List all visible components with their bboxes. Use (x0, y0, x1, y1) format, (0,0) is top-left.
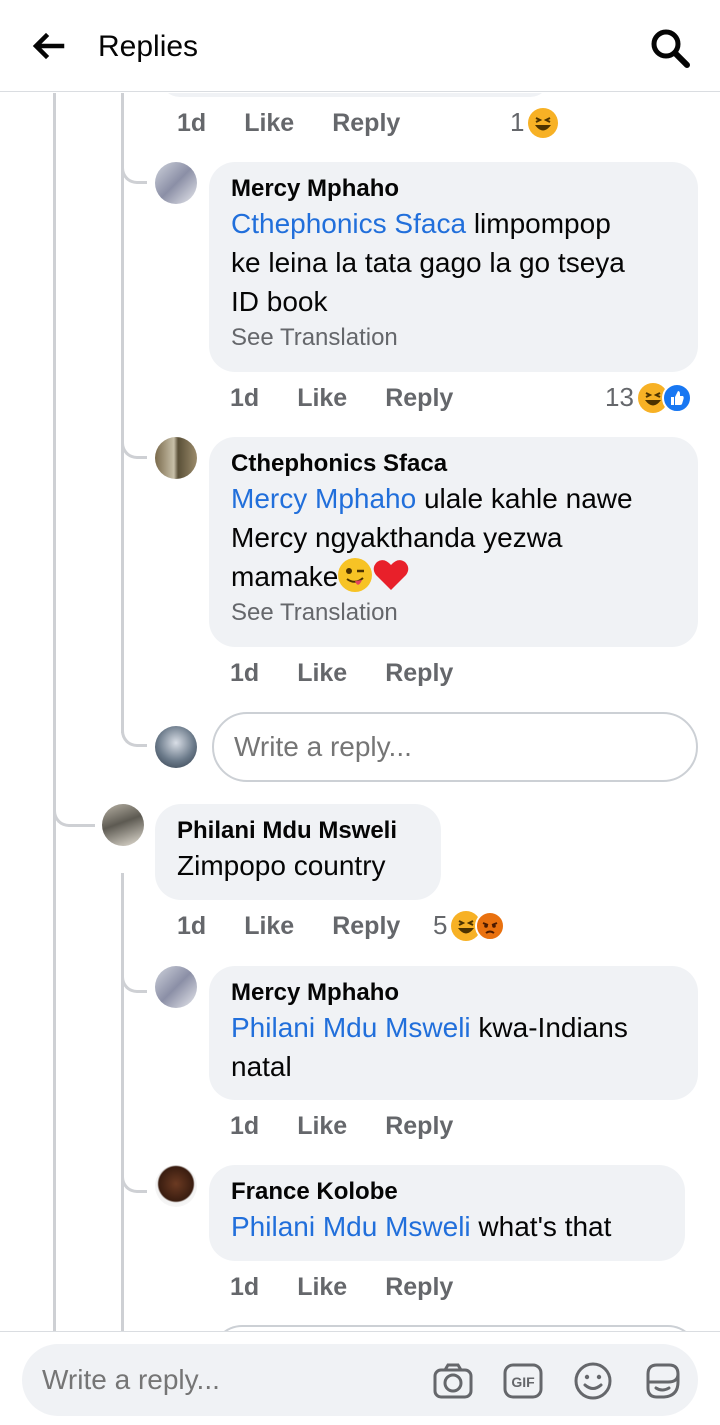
nested-reply-input[interactable] (212, 712, 698, 782)
reply-composer: GIF (0, 1331, 720, 1425)
timestamp: 1d (177, 911, 207, 940)
like-button[interactable]: Like (297, 1112, 347, 1141)
heart-emoji-icon (372, 558, 410, 592)
like-button[interactable]: Like (244, 912, 294, 941)
comment-text: Philani Mdu Msweli what's that (231, 1211, 612, 1242)
reactions-summary[interactable]: 5 (433, 910, 506, 941)
like-button[interactable]: Like (297, 659, 347, 688)
timestamp: 1d (230, 1111, 260, 1140)
comment-text: Cthephonics Sfaca limpompop ke leina la t… (231, 208, 625, 317)
mention-link[interactable]: Cthephonics Sfaca (231, 208, 466, 239)
thread-connector (121, 703, 147, 747)
comment-bubble: Mercy Mphaho Cthephonics Sfaca limpompop… (209, 162, 698, 372)
comment-text: Zimpopo country (177, 850, 386, 881)
thread-connector (53, 793, 95, 827)
timestamp: 1d (177, 108, 207, 137)
avatar[interactable] (102, 804, 144, 846)
reaction-count: 5 (433, 910, 448, 940)
reply-button[interactable]: Reply (385, 659, 453, 688)
camera-button[interactable] (432, 1360, 474, 1402)
emoji-button[interactable] (572, 1360, 614, 1402)
comment-text: Philani Mdu Msweli kwa-Indians natal (231, 1012, 628, 1082)
reaction-count: 1 (510, 107, 525, 137)
reply-text-field[interactable] (214, 714, 696, 780)
comment-bubble: Mercy Mphaho Philani Mdu Msweli kwa-Indi… (209, 966, 698, 1100)
comment-actions: 1d Like Reply (230, 655, 453, 691)
like-icon (661, 382, 692, 413)
thread-connector (121, 153, 147, 184)
reaction-count: 13 (605, 382, 634, 412)
comment-bubble: France Kolobe Philani Mdu Msweli what's … (209, 1165, 685, 1261)
comment-actions: 1d Like Reply (230, 380, 453, 416)
mention-link[interactable]: Mercy Mphaho (231, 483, 416, 514)
reply-button[interactable]: Reply (385, 1112, 453, 1141)
comment-actions: 1d Like Reply (230, 1269, 453, 1305)
search-button[interactable] (646, 24, 694, 72)
timestamp: 1d (230, 658, 260, 687)
reactions-summary[interactable]: 13 (605, 382, 692, 413)
timestamp: 1d (230, 383, 260, 412)
mention-link[interactable]: Philani Mdu Msweli (231, 1012, 471, 1043)
timestamp: 1d (230, 1272, 260, 1301)
like-button[interactable]: Like (244, 109, 294, 138)
top-bar: Replies (0, 0, 720, 92)
avatar[interactable] (155, 162, 197, 204)
like-button[interactable]: Like (297, 384, 347, 413)
arrow-left-icon (32, 32, 65, 60)
avatar[interactable] (155, 437, 197, 479)
gif-icon: GIF (503, 1363, 543, 1399)
gif-button[interactable]: GIF (502, 1360, 544, 1402)
comment-actions: 1d Like Reply (177, 105, 400, 141)
thread-line (121, 873, 124, 1331)
sticker-button[interactable] (642, 1360, 684, 1402)
search-icon (651, 29, 690, 68)
sticker-icon (646, 1363, 680, 1399)
reply-button[interactable]: Reply (332, 912, 400, 941)
thread-connector (121, 953, 147, 993)
reply-button[interactable]: Reply (385, 384, 453, 413)
reactions-summary[interactable]: 1 (510, 107, 559, 138)
thread-connector (121, 1153, 147, 1193)
comment-bubble-edge (160, 93, 550, 97)
commenter-name[interactable]: Cthephonics Sfaca (231, 449, 676, 479)
emoji-icon (574, 1362, 612, 1400)
thread-line (121, 93, 124, 733)
page-title: Replies (98, 30, 199, 63)
commenter-name[interactable]: Philani Mdu Msweli (177, 816, 419, 846)
composer-box[interactable]: GIF (22, 1344, 698, 1416)
camera-icon (433, 1363, 473, 1399)
see-translation-link[interactable]: See Translation (231, 321, 676, 355)
comment-actions: 1d Like Reply (177, 908, 400, 944)
comment-bubble: Cthephonics Sfaca Mercy Mphaho ulale kah… (209, 437, 698, 647)
comment-actions: 1d Like Reply (230, 1108, 453, 1144)
current-user-avatar (155, 726, 197, 768)
avatar[interactable] (155, 1165, 197, 1207)
comment-bubble: Philani Mdu Msweli Zimpopo country (155, 804, 441, 900)
thread-line (53, 93, 56, 1331)
commenter-name[interactable]: France Kolobe (231, 1177, 663, 1207)
commenter-name[interactable]: Mercy Mphaho (231, 174, 676, 204)
avatar[interactable] (155, 966, 197, 1008)
reply-button[interactable]: Reply (385, 1273, 453, 1302)
like-button[interactable]: Like (297, 1273, 347, 1302)
composer-input[interactable] (42, 1344, 422, 1416)
mention-link[interactable]: Philani Mdu Msweli (231, 1211, 471, 1242)
reply-button[interactable]: Reply (332, 109, 400, 138)
svg-text:GIF: GIF (511, 1374, 535, 1390)
angry-icon (475, 910, 506, 941)
winking-tongue-emoji-icon (338, 558, 373, 592)
replies-thread: 1d Like Reply 1 Mercy Mphaho Cthephonics… (0, 93, 720, 1331)
commenter-name[interactable]: Mercy Mphaho (231, 978, 676, 1008)
see-translation-link[interactable]: See Translation (231, 596, 676, 630)
comment-text: Mercy Mphaho ulale kahle nawe Mercy ngyak… (231, 483, 633, 592)
back-button[interactable] (28, 26, 68, 66)
haha-icon (528, 107, 559, 138)
thread-connector (121, 423, 147, 459)
